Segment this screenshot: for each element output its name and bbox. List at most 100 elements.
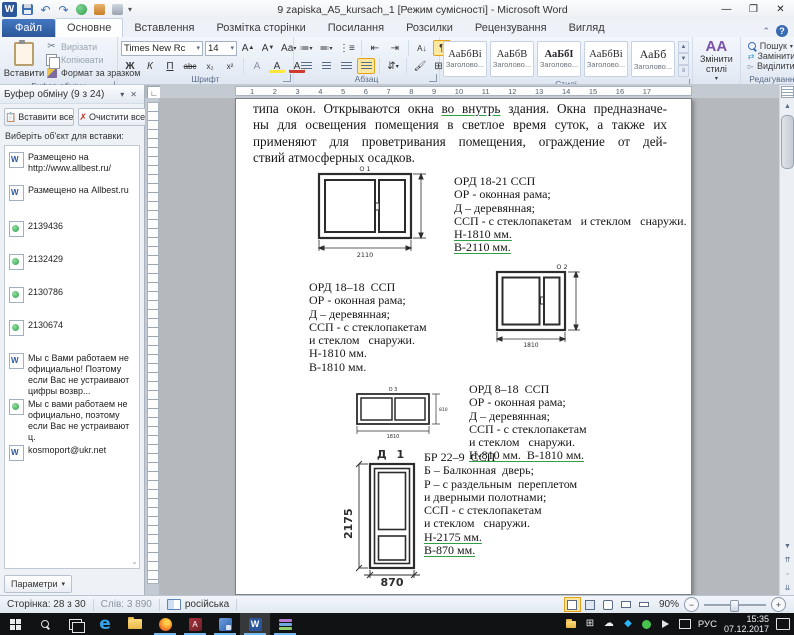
line-spacing-button[interactable]: ⇵▾	[384, 58, 402, 74]
word-count[interactable]: Слів: 3 890	[94, 599, 160, 611]
clear-all-button[interactable]: ✗Очистити все	[78, 108, 146, 126]
tab-review[interactable]: Рецензування	[464, 19, 558, 37]
tab-home[interactable]: Основне	[55, 18, 123, 37]
dialog-launcher-icon[interactable]	[283, 74, 291, 82]
print-preview-button[interactable]	[92, 3, 107, 17]
style-heading1[interactable]: АаБбВіЗаголово...	[443, 41, 487, 77]
task-view-button[interactable]	[60, 613, 90, 635]
cloud-icon[interactable]: ☁	[603, 619, 615, 629]
clock[interactable]: 15:35 07.12.2017	[724, 614, 769, 634]
select-button[interactable]: ▻Виділити▾	[748, 61, 794, 71]
start-button[interactable]	[0, 613, 30, 635]
tab-file[interactable]: Файл	[2, 19, 55, 37]
clipboard-item[interactable]: 2130786	[9, 287, 137, 309]
pane-close-icon[interactable]: ✕	[127, 90, 140, 99]
align-center-button[interactable]	[317, 58, 335, 74]
outline-view-button[interactable]	[618, 597, 635, 612]
tab-page-layout[interactable]: Розмітка сторінки	[205, 19, 316, 37]
shrink-font-button[interactable]: А▼	[259, 40, 277, 56]
close-button[interactable]: ✕	[767, 0, 794, 19]
clipboard-item[interactable]: 2130674	[9, 320, 137, 342]
network-icon[interactable]	[679, 619, 691, 629]
bullets-button[interactable]: ≔▾	[297, 40, 315, 56]
save-button[interactable]	[20, 3, 35, 17]
page-indicator[interactable]: Сторінка: 28 з 30	[0, 599, 94, 611]
qat-green-button[interactable]	[74, 3, 89, 17]
scrollbar-thumb[interactable]	[781, 115, 794, 169]
align-left-button[interactable]	[297, 58, 315, 74]
tray-blue-icon[interactable]: ◆	[622, 619, 634, 629]
tray-app-icon[interactable]	[565, 621, 577, 628]
styles-scroll-up[interactable]: ▲	[678, 41, 689, 53]
italic-button[interactable]: К	[141, 58, 159, 74]
increase-indent-button[interactable]: ⇥	[386, 40, 404, 56]
minimize-button[interactable]: —	[713, 0, 740, 19]
taskbar-search-button[interactable]	[30, 613, 60, 635]
vertical-scrollbar[interactable]: ▲ ▼ ⇈ ◦ ⇊	[779, 85, 794, 595]
tab-mailings[interactable]: Розсилки	[395, 19, 464, 37]
paste-all-button[interactable]: 📋Вставити все	[4, 108, 74, 126]
scroll-up-icon[interactable]: ▲	[780, 99, 794, 113]
justify-button[interactable]	[357, 58, 375, 74]
grow-font-button[interactable]: А▲	[239, 40, 257, 56]
font-name-combo[interactable]: Times New Rc▾	[121, 41, 203, 56]
text-effects-button[interactable]: А	[248, 58, 266, 74]
blue-app-button[interactable]	[210, 613, 240, 635]
replace-button[interactable]: ⇄Замінити	[748, 51, 794, 61]
find-button[interactable]: Пошук▾	[748, 41, 794, 51]
styles-scroll-down[interactable]: ▼	[678, 53, 689, 65]
winrar-button[interactable]	[270, 613, 300, 635]
sort-button[interactable]: А↓	[413, 40, 431, 56]
redo-button[interactable]: ↷	[56, 3, 71, 17]
multilevel-list-button[interactable]: ⋮≡	[337, 40, 357, 56]
font-size-combo[interactable]: 14▾	[205, 41, 237, 56]
clipboard-item[interactable]: Мы с вами работаем не официально, поэтом…	[9, 399, 137, 443]
word-logo-icon[interactable]: W	[2, 2, 17, 17]
bold-button[interactable]: Ж	[121, 58, 139, 74]
zoom-slider-thumb[interactable]	[730, 600, 739, 612]
zoom-out-button[interactable]: −	[684, 597, 699, 612]
superscript-button[interactable]: х²	[221, 58, 239, 74]
print-layout-view-button[interactable]	[564, 597, 581, 612]
horizontal-ruler[interactable]: 1 2 3 4 5 6 7 8 9 10 11 12 13 14 15 16 1…	[160, 84, 779, 98]
ruler-toggle-button[interactable]	[781, 86, 794, 98]
zoom-slider[interactable]	[704, 604, 766, 606]
scroll-down-icon[interactable]: ▼	[780, 539, 794, 553]
maximize-button[interactable]: ❐	[740, 0, 767, 19]
clipboard-item[interactable]: kosmoport@ukr.net	[9, 445, 137, 469]
underline-button[interactable]: П	[161, 58, 179, 74]
highlight-color-button[interactable]: А	[268, 58, 286, 74]
tab-view[interactable]: Вигляд	[558, 19, 616, 37]
previous-page-button[interactable]: ⇈	[780, 553, 794, 567]
shading-button[interactable]: 🖌	[411, 58, 429, 74]
dialog-launcher-icon[interactable]	[429, 74, 437, 82]
draft-view-button[interactable]	[636, 597, 653, 612]
styles-more[interactable]: ≡	[678, 65, 689, 77]
quick-print-button[interactable]	[110, 3, 125, 17]
decrease-indent-button[interactable]: ⇤	[366, 40, 384, 56]
tray-grid-icon[interactable]: ⊞	[584, 619, 596, 629]
tab-insert[interactable]: Вставлення	[123, 19, 205, 37]
style-heading2[interactable]: АаБбВЗаголово...	[490, 41, 534, 77]
minimize-ribbon-icon[interactable]: ⌃	[762, 26, 770, 37]
clipboard-item[interactable]: 2139436	[9, 221, 137, 243]
clipboard-options-button[interactable]: Параметри▾	[4, 575, 72, 593]
next-page-button[interactable]: ⇊	[780, 581, 794, 595]
zoom-level[interactable]: 90%	[659, 599, 679, 610]
web-layout-view-button[interactable]	[600, 597, 617, 612]
change-styles-button[interactable]: АА Змінити стилі▾	[696, 39, 737, 84]
proofing-status[interactable]: російська	[160, 599, 237, 611]
fullscreen-reading-view-button[interactable]	[582, 597, 599, 612]
firefox-button[interactable]	[150, 613, 180, 635]
keyboard-language[interactable]: РУС	[698, 619, 717, 630]
help-icon[interactable]: ?	[776, 25, 788, 37]
tab-references[interactable]: Посилання	[317, 19, 395, 37]
style-heading3[interactable]: АаБбІЗаголово...	[537, 41, 581, 77]
red-app-button[interactable]: A	[180, 613, 210, 635]
style-heading4[interactable]: АаБбВіЗаголово...	[584, 41, 628, 77]
style-heading5[interactable]: АаБбЗаголово...	[631, 41, 675, 77]
file-explorer-button[interactable]	[120, 613, 150, 635]
clipboard-item[interactable]: 2132429	[9, 254, 137, 276]
clipboard-item[interactable]: Мы с Вами работаем не официально! Поэтом…	[9, 353, 137, 397]
edge-button[interactable]: e	[90, 613, 120, 635]
